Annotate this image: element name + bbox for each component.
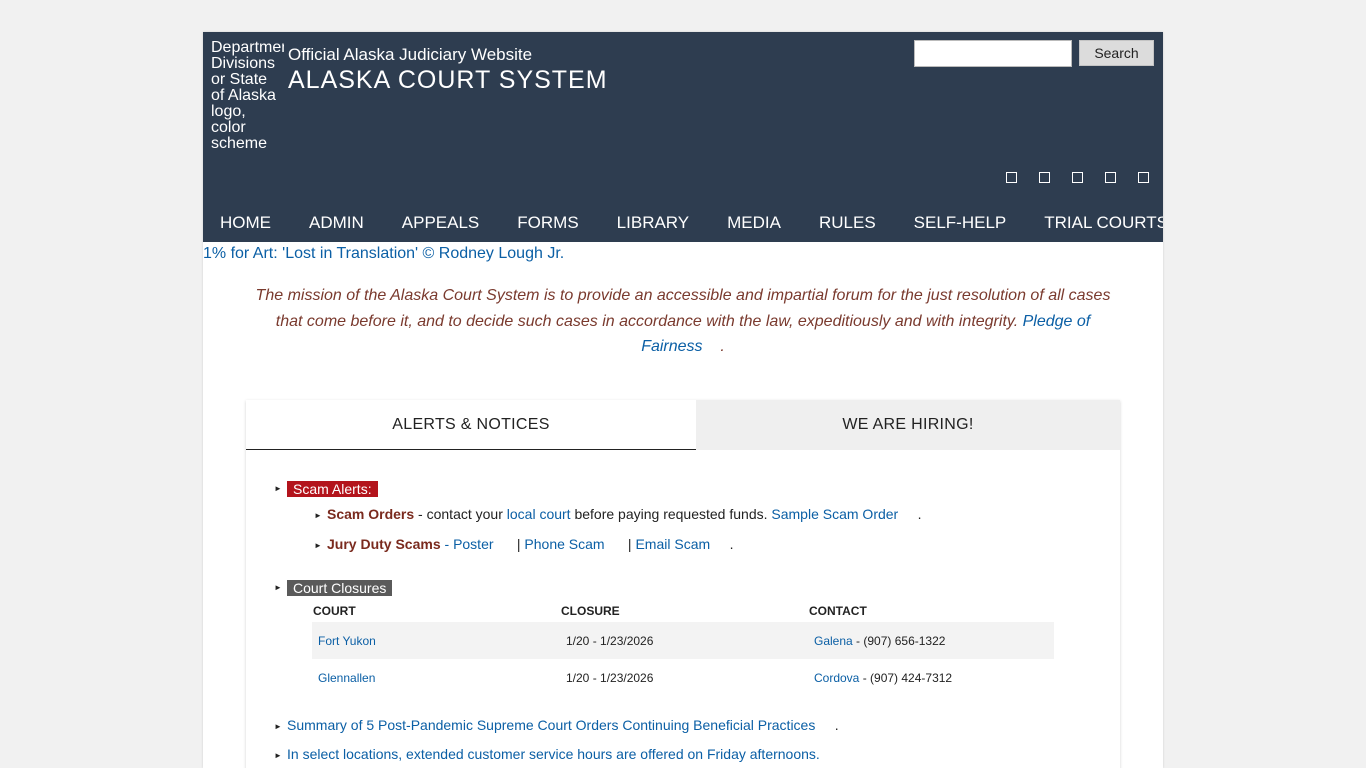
search-button[interactable]: Search (1079, 40, 1154, 66)
contact-court-link[interactable]: Galena (814, 634, 853, 648)
nav-media[interactable]: MEDIA (727, 213, 781, 233)
scam-orders-end: . (917, 506, 922, 522)
sample-scam-order-link[interactable]: Sample Scam Order (771, 506, 898, 522)
nav-home[interactable]: HOME (220, 213, 271, 233)
contact-cell: Galena - (907) 656-1322 (808, 622, 1054, 659)
bullet-icon: ► (274, 484, 282, 493)
closures-table: COURT CLOSURE CONTACT Fort Yukon 1/20 - … (312, 600, 1054, 696)
tabs-panel: ALERTS & NOTICES WE ARE HIRING! ► Scam A… (246, 400, 1120, 768)
column-header-contact: CONTACT (809, 604, 867, 618)
tab-alerts-notices[interactable]: ALERTS & NOTICES (246, 400, 696, 450)
tab-we-are-hiring[interactable]: WE ARE HIRING! (696, 400, 1120, 450)
email-scam-link[interactable]: Email Scam (635, 536, 710, 552)
official-website-label: Official Alaska Judiciary Website (288, 45, 533, 64)
nav-admin[interactable]: ADMIN (309, 213, 364, 233)
contact-court-link[interactable]: Cordova (814, 671, 859, 685)
site-logo[interactable]: Department Divisions or State of Alaska … (211, 40, 284, 168)
separator: | (516, 536, 521, 552)
column-header-court: COURT (313, 604, 356, 618)
jury-scams-label: Jury Duty Scams (327, 536, 441, 552)
table-row: Fort Yukon 1/20 - 1/23/2026 Galena - (90… (312, 622, 1054, 659)
court-closures-badge: Court Closures (287, 580, 393, 596)
scam-orders-text: - contact your (414, 506, 507, 522)
local-court-link[interactable]: local court (507, 506, 571, 522)
social-icon-4[interactable] (1105, 172, 1116, 183)
nav-forms[interactable]: FORMS (517, 213, 578, 233)
social-icon-5[interactable] (1138, 172, 1149, 183)
court-link[interactable]: Glennallen (318, 671, 375, 685)
summary-end: . (834, 717, 839, 733)
separator: | (627, 536, 632, 552)
search-input[interactable] (914, 40, 1072, 67)
social-icon-3[interactable] (1072, 172, 1083, 183)
hours-line: In select locations, extended customer s… (287, 746, 820, 762)
bullet-icon: ► (274, 751, 282, 760)
nav-self-help[interactable]: SELF-HELP (914, 213, 1007, 233)
jury-dash: - (440, 536, 454, 552)
summary-orders-link[interactable]: Summary of 5 Post-Pandemic Supreme Court… (287, 717, 815, 733)
main-nav: HOME ADMIN APPEALS FORMS LIBRARY MEDIA R… (203, 203, 1163, 242)
social-links (1006, 172, 1149, 183)
nav-rules[interactable]: RULES (819, 213, 876, 233)
nav-trial-courts[interactable]: TRIAL COURTS (1044, 213, 1163, 233)
phone-scam-link[interactable]: Phone Scam (524, 536, 604, 552)
extended-hours-link[interactable]: In select locations, extended customer s… (287, 746, 820, 762)
bullet-icon: ► (314, 541, 322, 550)
court-cell: Fort Yukon (312, 622, 560, 659)
summary-line: Summary of 5 Post-Pandemic Supreme Court… (287, 717, 839, 733)
mission-end: . (720, 338, 725, 355)
scam-orders-label: Scam Orders (327, 506, 415, 522)
site-header: Department Divisions or State of Alaska … (203, 32, 1163, 242)
contact-cell: Cordova - (907) 424-7312 (808, 659, 1054, 696)
bullet-icon: ► (274, 583, 282, 592)
scam-orders-line: Scam Orders - contact your local court b… (327, 506, 922, 522)
jury-end: . (729, 536, 734, 552)
banner-image[interactable]: 1% for Art: 'Lost in Translation' © Rodn… (203, 245, 564, 263)
bullet-icon: ► (314, 511, 322, 520)
table-header-row: COURT CLOSURE CONTACT (312, 600, 1054, 622)
page-container: Department Divisions or State of Alaska … (203, 32, 1163, 768)
column-header-closure: CLOSURE (561, 604, 620, 618)
social-icon-2[interactable] (1039, 172, 1050, 183)
poster-link[interactable]: Poster (453, 536, 493, 552)
mission-text: The mission of the Alaska Court System i… (255, 287, 1111, 330)
bullet-icon: ► (274, 722, 282, 731)
court-cell: Glennallen (312, 659, 560, 696)
nav-appeals[interactable]: APPEALS (402, 213, 480, 233)
contact-phone: - (907) 424-7312 (859, 670, 953, 685)
site-title[interactable]: ALASKA COURT SYSTEM (288, 66, 608, 95)
closure-cell: 1/20 - 1/23/2026 (560, 622, 808, 659)
jury-scams-line: Jury Duty Scams - Poster | Phone Scam | … (327, 536, 733, 552)
closure-cell: 1/20 - 1/23/2026 (566, 670, 654, 685)
social-icon-1[interactable] (1006, 172, 1017, 183)
mission-statement: The mission of the Alaska Court System i… (251, 283, 1115, 360)
court-link[interactable]: Fort Yukon (318, 634, 376, 648)
tab-bar: ALERTS & NOTICES WE ARE HIRING! (246, 400, 1120, 450)
nav-library[interactable]: LIBRARY (617, 213, 689, 233)
scam-orders-text-2: before paying requested funds. (570, 506, 772, 522)
scam-alerts-badge: Scam Alerts: (287, 481, 378, 497)
table-row: Glennallen 1/20 - 1/23/2026 Cordova - (9… (312, 659, 1054, 696)
contact-phone: - (907) 656-1322 (852, 633, 946, 648)
